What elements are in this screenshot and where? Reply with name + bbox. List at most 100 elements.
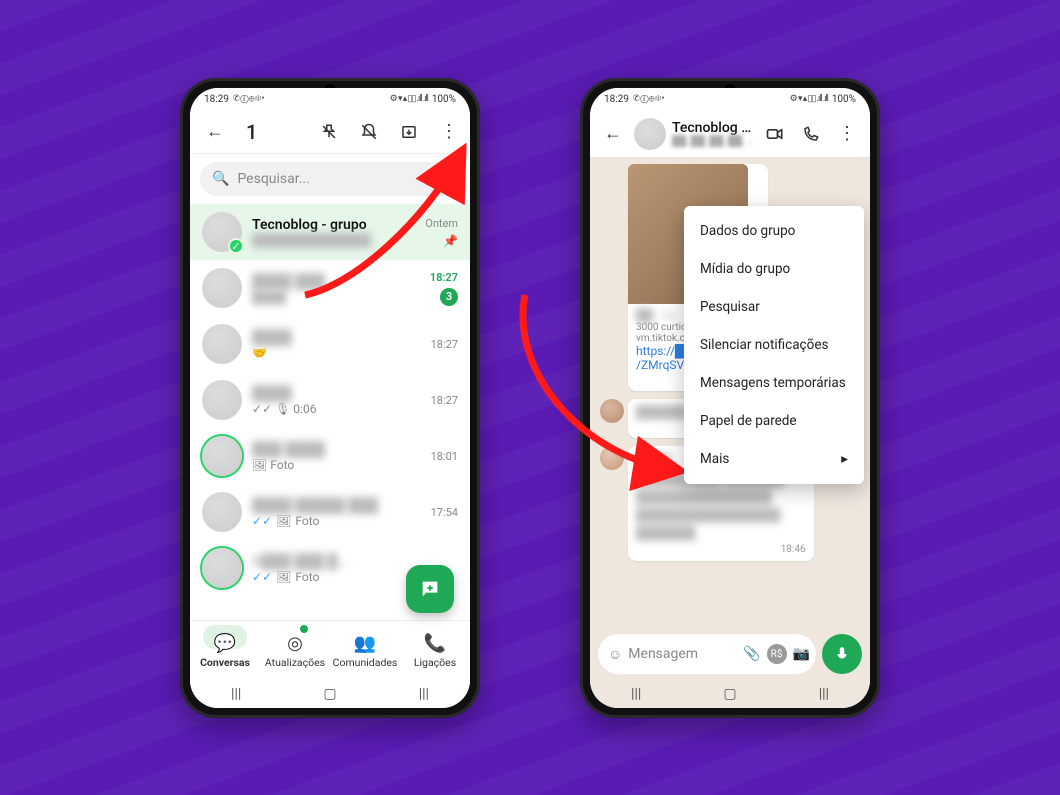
recent-apps-button[interactable]: |||	[231, 686, 241, 702]
chevron-right-icon: ▸	[841, 451, 848, 467]
chat-time: 17:54	[431, 506, 458, 519]
chat-item[interactable]: ████ ✓✓ 🎙 0:06 18:27	[190, 372, 470, 428]
overflow-menu: Dados do grupo Mídia do grupo Pesquisar …	[684, 206, 864, 484]
menu-disappearing[interactable]: Mensagens temporárias	[684, 364, 864, 402]
tab-label: Comunidades	[333, 656, 398, 669]
search-input[interactable]: 🔍 Pesquisar...	[200, 162, 460, 196]
status-battery: 100%	[432, 94, 456, 105]
screen-left: 18:29 ✆ ⓕ ⊕ ፨ • ⚙ ▾ ▴ ▯▯ .ıll .ıll 100% …	[190, 88, 470, 708]
unpin-icon[interactable]	[314, 117, 344, 147]
status-bar: 18:29 ✆ ⓕ ⊕ ፨ • ⚙ ▾ ▴ ▯▯ .ıll .ıll 100%	[590, 88, 870, 110]
emoji-icon[interactable]: ☺	[608, 646, 622, 663]
chat-name: ████	[252, 329, 421, 346]
chat-time: 18:27	[430, 271, 458, 284]
chat-subtitle: ██, ██, ██, ██, …	[672, 136, 754, 147]
chat-name: ███ ████	[252, 441, 421, 458]
avatar	[202, 268, 242, 308]
status-time: 18:29	[204, 94, 229, 105]
phone-icon: 📞	[424, 633, 446, 654]
menu-search[interactable]: Pesquisar	[684, 288, 864, 326]
android-nav: ||| ▢ |||	[590, 680, 870, 708]
chat-title: Tecnoblog - grupo	[672, 120, 754, 136]
chat-item-selected[interactable]: ✓ Tecnoblog - grupo ██████████████ … Ont…	[190, 204, 470, 260]
selection-count: 1	[246, 120, 257, 144]
compose-placeholder: Mensagem	[628, 646, 698, 662]
back-button[interactable]: |||	[819, 686, 829, 702]
phone-right: 18:29 ✆ ⓕ ⊕ ፨ • ⚙ ▾ ▴ ▯▯ .ıll .ıll 100% …	[580, 78, 880, 718]
home-button[interactable]: ▢	[323, 686, 336, 702]
compose-bar: ☺ Mensagem 📎 R$ 📷	[590, 628, 870, 680]
status-battery: 100%	[832, 94, 856, 105]
android-nav: ||| ▢ |||	[190, 680, 470, 708]
avatar	[202, 436, 242, 476]
selection-toolbar: ← 1 ⋮	[190, 110, 470, 154]
tab-updates[interactable]: ◎ Atualizações	[260, 621, 330, 680]
back-icon[interactable]: ←	[200, 117, 230, 147]
back-icon[interactable]: ←	[598, 119, 628, 149]
menu-group-media[interactable]: Mídia do grupo	[684, 250, 864, 288]
search-placeholder: Pesquisar...	[237, 171, 309, 187]
communities-icon: 👥	[354, 633, 376, 654]
search-icon: 🔍	[212, 171, 229, 187]
chat-icon: 💬	[214, 633, 236, 654]
videocall-icon[interactable]	[760, 119, 790, 149]
attach-icon[interactable]: 📎	[743, 646, 760, 662]
read-ticks-icon: ✓✓	[252, 570, 272, 584]
status-right-icons: ⚙ ▾ ▴ ▯▯ .ıll .ıll	[790, 94, 828, 104]
avatar	[202, 324, 242, 364]
tab-communities[interactable]: 👥 Comunidades	[330, 621, 400, 680]
chat-preview: 🖼 Foto	[252, 458, 294, 472]
recent-apps-button[interactable]: |||	[631, 686, 641, 702]
avatar: ✓	[202, 212, 242, 252]
chat-preview: ████	[252, 290, 286, 304]
back-button[interactable]: |||	[419, 686, 429, 702]
chat-item[interactable]: ████ ███ ████ 18:27 3	[190, 260, 470, 316]
chat-item[interactable]: ███ ████ 🖼 Foto 18:01	[190, 428, 470, 484]
archive-icon[interactable]	[394, 117, 424, 147]
status-left-icons: ✆ ⓕ ⊕ ፨ •	[233, 94, 264, 104]
chat-name: ████ ███	[252, 273, 420, 290]
chat-list[interactable]: ✓ Tecnoblog - grupo ██████████████ … Ont…	[190, 204, 470, 620]
menu-wallpaper[interactable]: Papel de parede	[684, 402, 864, 440]
chat-time: 18:27	[431, 394, 458, 407]
chat-item[interactable]: ████ █████ ███ ✓✓✓✓ 🖼 Foto🖼Foto 17:54	[190, 484, 470, 540]
mic-button[interactable]	[822, 634, 862, 674]
mute-icon[interactable]	[354, 117, 384, 147]
bottom-nav: 💬 Conversas ◎ Atualizações 👥 Comunidades…	[190, 620, 470, 680]
menu-mute[interactable]: Silenciar notificações	[684, 326, 864, 364]
chat-time: 18:27	[431, 338, 458, 351]
chat-header[interactable]: ← Tecnoblog - grupo ██, ██, ██, ██, … ⋮	[590, 110, 870, 158]
status-left-icons: ✆ ⓕ ⊕ ፨ •	[633, 94, 664, 104]
read-ticks-icon: ✓✓	[252, 514, 272, 528]
payment-icon[interactable]: R$	[767, 644, 787, 664]
screen-right: 18:29 ✆ ⓕ ⊕ ፨ • ⚙ ▾ ▴ ▯▯ .ıll .ıll 100% …	[590, 88, 870, 708]
home-button[interactable]: ▢	[723, 686, 736, 702]
tab-chats[interactable]: 💬 Conversas	[190, 621, 260, 680]
more-icon[interactable]: ⋮	[434, 117, 464, 147]
menu-more[interactable]: Mais▸	[684, 440, 864, 478]
unread-badge: 3	[440, 288, 458, 306]
chat-item[interactable]: ████ 🤝 18:27	[190, 316, 470, 372]
status-bar: 18:29 ✆ ⓕ ⊕ ፨ • ⚙ ▾ ▴ ▯▯ .ıll .ıll 100%	[190, 88, 470, 110]
chat-name: Tecnoblog - grupo	[252, 217, 415, 233]
message-time: 18:46	[636, 544, 806, 555]
message-input[interactable]: ☺ Mensagem 📎 R$ 📷	[598, 634, 816, 674]
chat-name: ████	[252, 385, 421, 402]
call-icon[interactable]	[796, 119, 826, 149]
group-avatar[interactable]	[634, 118, 666, 150]
menu-group-info[interactable]: Dados do grupo	[684, 212, 864, 250]
sender-avatar[interactable]	[600, 446, 624, 470]
messages-area[interactable]: ██ · Au… 3000 curtid… vm.tiktok.co… http…	[590, 158, 870, 628]
avatar	[202, 492, 242, 532]
avatar	[202, 380, 242, 420]
tab-label: Atualizações	[265, 656, 325, 669]
tab-label: Conversas	[200, 656, 250, 669]
chat-preview: 🤝	[252, 346, 267, 360]
status-icon: ◎	[287, 633, 303, 654]
chat-preview: ✓✓ 🎙 0:06	[252, 402, 316, 416]
more-icon[interactable]: ⋮	[832, 119, 862, 149]
new-chat-fab[interactable]	[406, 565, 454, 613]
camera-icon[interactable]: 📷	[793, 646, 810, 662]
tab-calls[interactable]: 📞 Ligações	[400, 621, 470, 680]
sender-avatar[interactable]	[600, 399, 624, 423]
